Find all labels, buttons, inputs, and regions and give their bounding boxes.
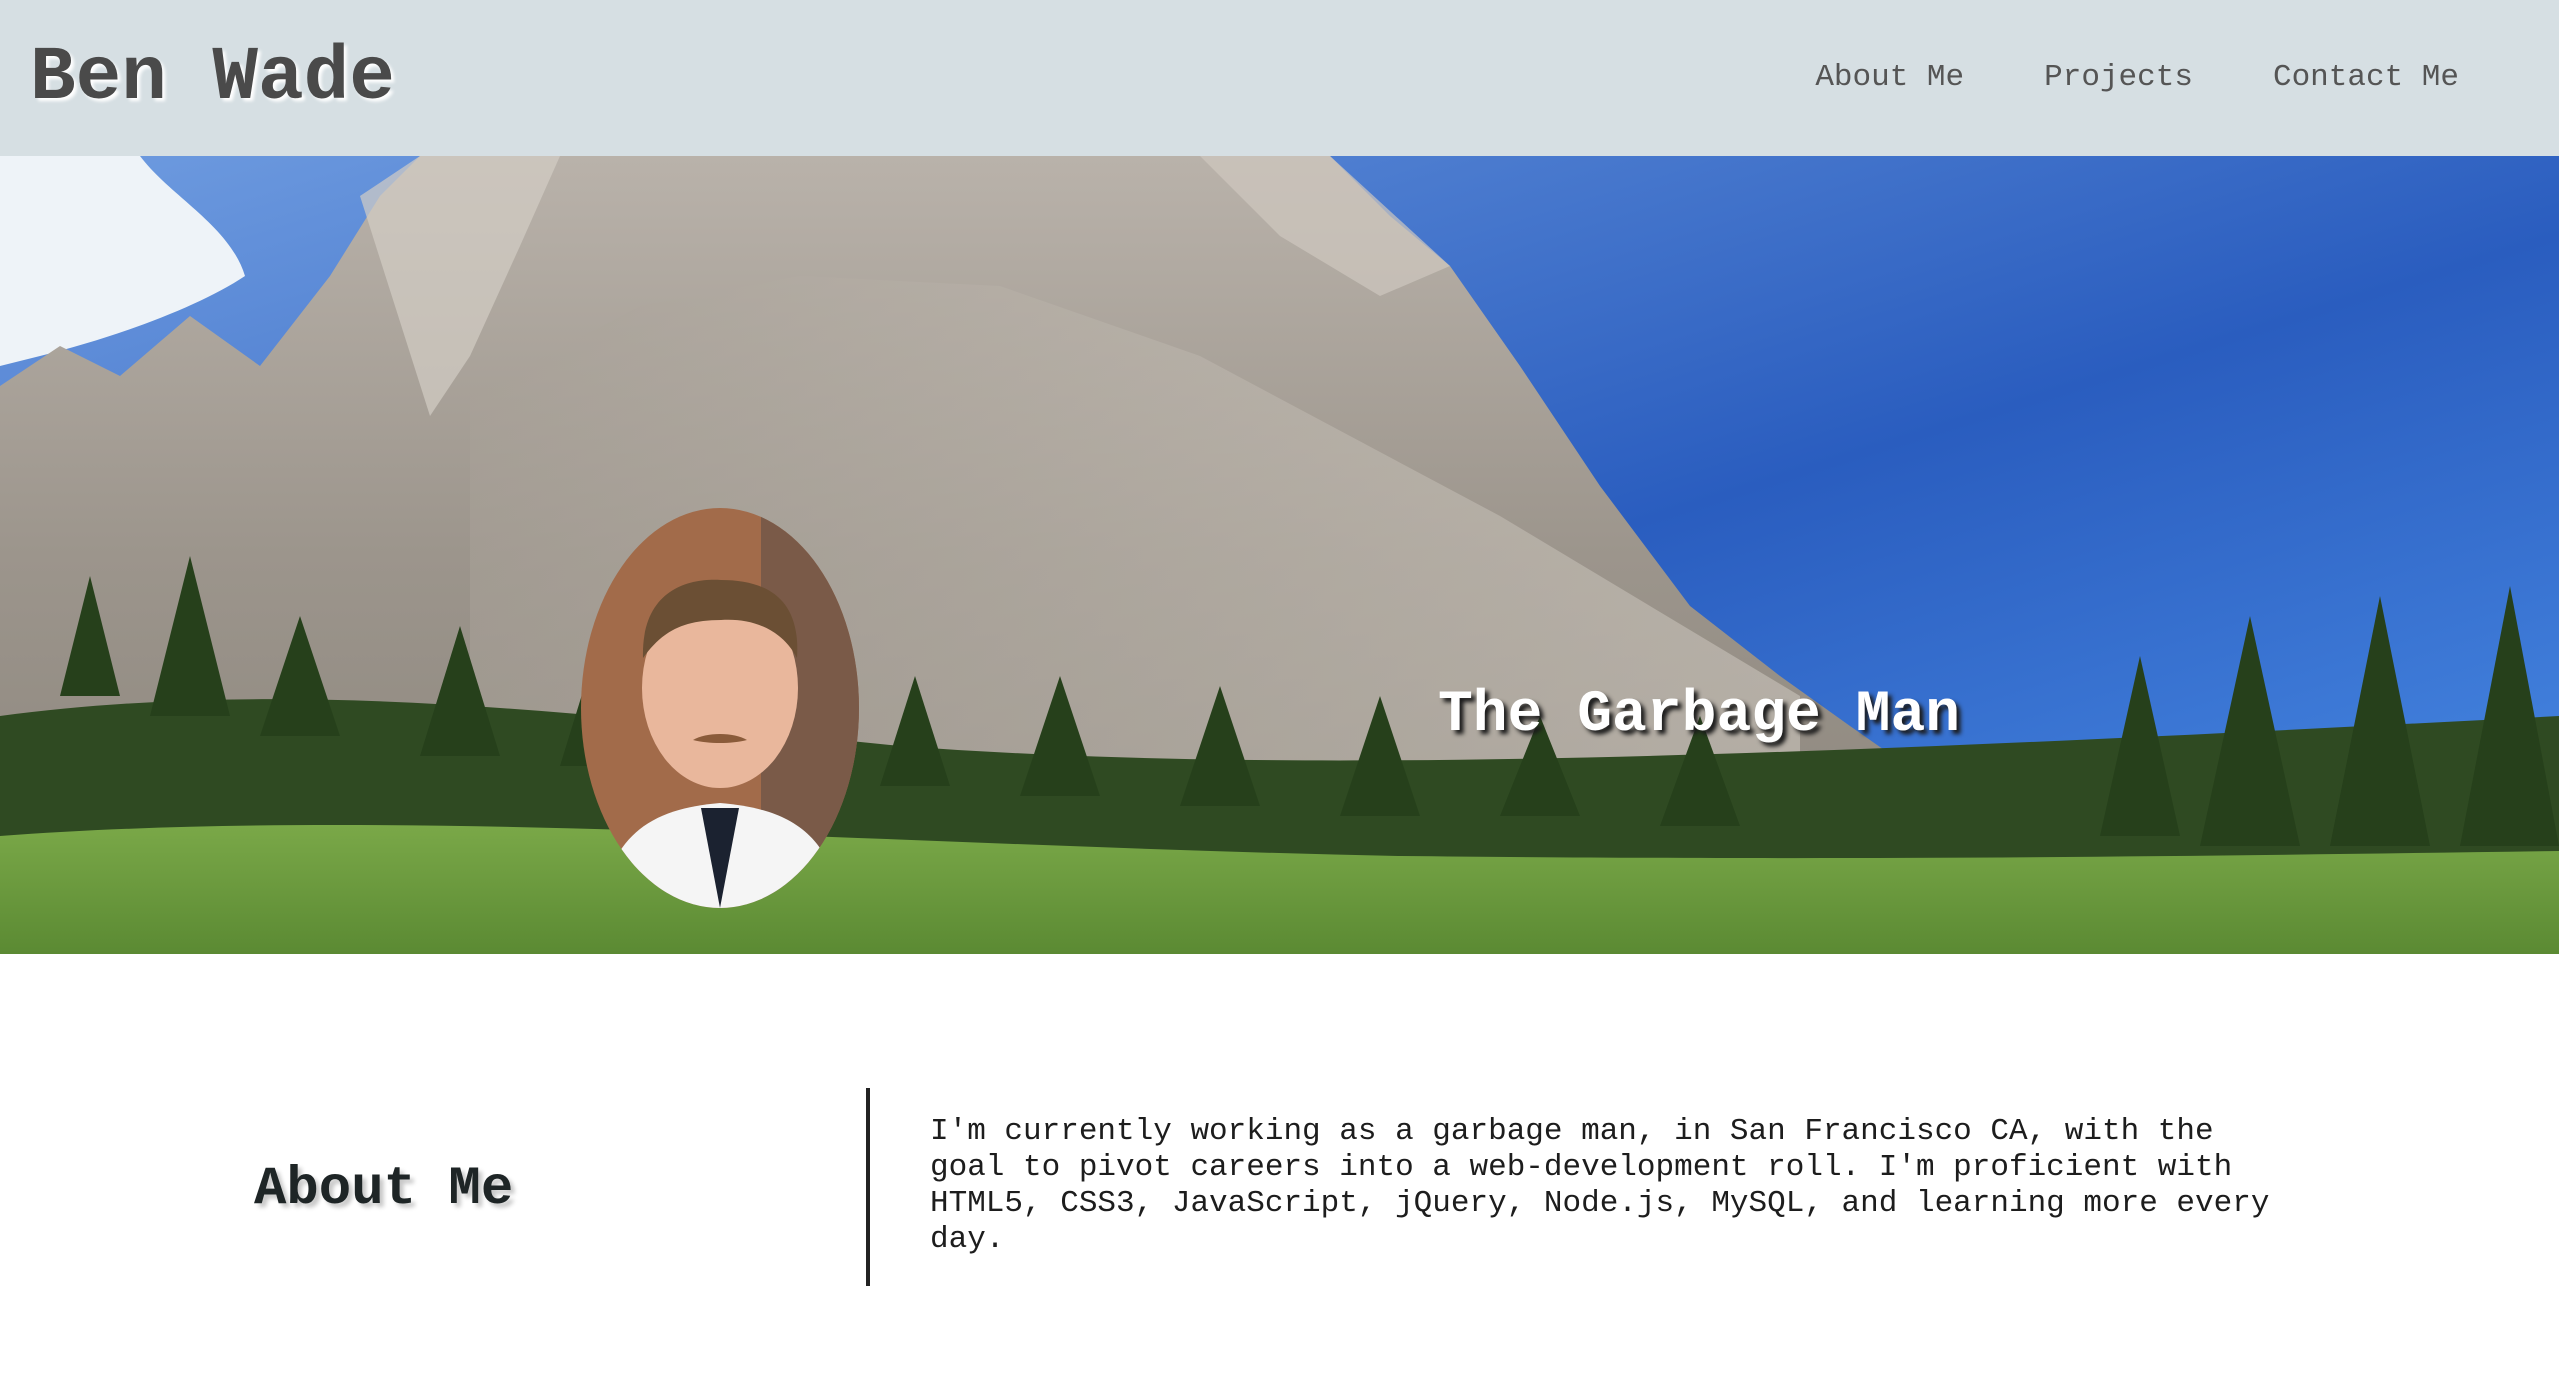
hero-tagline: The Garbage Man xyxy=(1438,683,1961,748)
main-nav: About Me Projects Contact Me xyxy=(1815,55,2459,101)
site-brand[interactable]: Ben Wade xyxy=(30,30,395,126)
section-divider xyxy=(866,1088,870,1286)
profile-photo xyxy=(581,508,859,908)
nav-projects[interactable]: Projects xyxy=(2044,55,2193,101)
nav-contact-me[interactable]: Contact Me xyxy=(2273,55,2459,101)
about-heading: About Me xyxy=(254,1159,514,1220)
about-paragraph: I'm currently working as a garbage man, … xyxy=(930,1114,2270,1257)
hero-banner: The Garbage Man xyxy=(0,156,2559,954)
mountain-landscape-image xyxy=(0,156,2559,954)
site-header: Ben Wade About Me Projects Contact Me xyxy=(0,0,2559,156)
nav-about-me[interactable]: About Me xyxy=(1815,55,1964,101)
